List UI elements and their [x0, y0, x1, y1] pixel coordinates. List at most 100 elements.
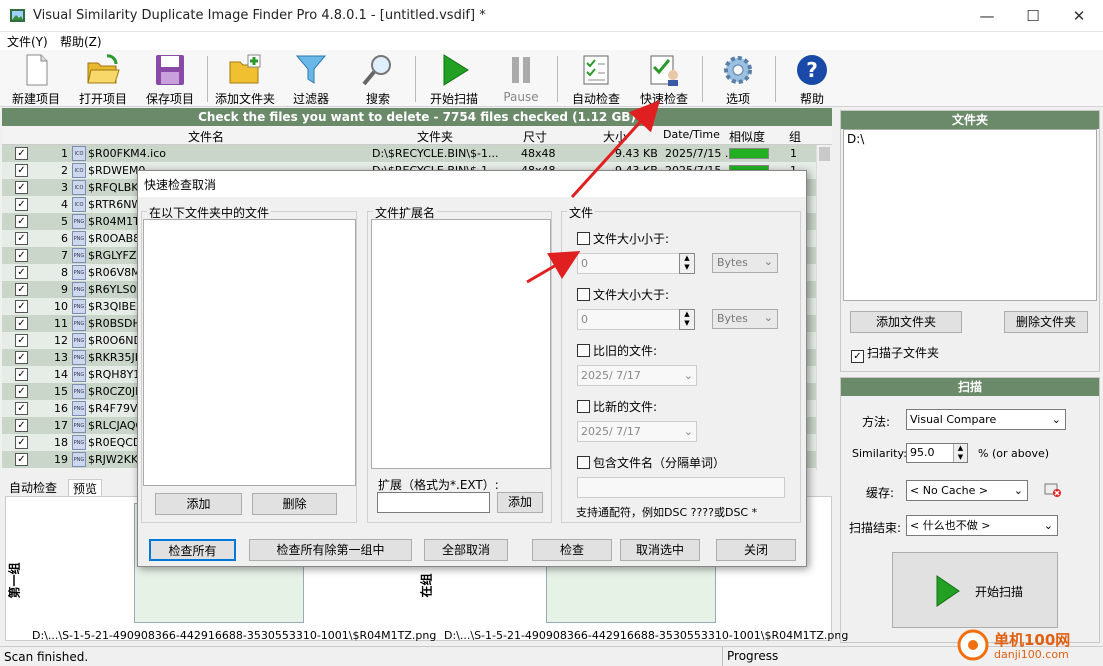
- row-checkbox[interactable]: ✓: [15, 351, 28, 364]
- start-scan-button[interactable]: 开始扫描: [425, 53, 483, 106]
- maximize-button[interactable]: ☐: [1010, 0, 1056, 32]
- check-button[interactable]: 检查: [532, 539, 612, 561]
- size-greater-unit-select[interactable]: Bytes ⌄: [712, 309, 778, 329]
- size-greater-checkbox[interactable]: 文件大小大于:: [577, 286, 669, 303]
- size-less-input[interactable]: 0: [577, 253, 681, 274]
- extension-list[interactable]: [371, 219, 551, 469]
- size-less-unit-select[interactable]: Bytes ⌄: [712, 253, 778, 273]
- column-header-folder[interactable]: 文件夹: [417, 128, 453, 145]
- uncheck-selected-button[interactable]: 取消选中: [620, 539, 700, 561]
- search-button[interactable]: 搜索: [358, 53, 398, 106]
- older-date-picker[interactable]: 2025/ 7/17 ⌄: [577, 365, 697, 386]
- tab-preview[interactable]: 预览: [68, 479, 103, 497]
- delete-button[interactable]: 删除: [252, 493, 337, 515]
- save-project-button[interactable]: 保存项目: [142, 53, 198, 106]
- filename-contains-input[interactable]: [577, 477, 785, 498]
- row-checkbox[interactable]: ✓: [15, 334, 28, 347]
- row-checkbox[interactable]: ✓: [15, 300, 28, 313]
- status-text: Scan finished.: [4, 650, 89, 664]
- file-type-icon: PNG: [72, 367, 86, 382]
- watermark-text: 单机100网: [994, 631, 1071, 649]
- row-checkbox[interactable]: ✓: [15, 249, 28, 262]
- row-number: 15: [54, 385, 68, 398]
- help-button[interactable]: ? 帮助: [790, 53, 834, 106]
- row-checkbox[interactable]: ✓: [15, 368, 28, 381]
- column-header-filename[interactable]: 文件名: [188, 128, 224, 145]
- options-button[interactable]: 选项: [716, 53, 760, 106]
- row-checkbox[interactable]: ✓: [15, 232, 28, 245]
- row-checkbox[interactable]: ✓: [15, 402, 28, 415]
- clear-cache-icon[interactable]: [1044, 482, 1062, 498]
- similarity-input[interactable]: 95.0 ▲ ▼: [906, 443, 968, 463]
- table-row[interactable]: ✓ 1 ICO $R00FKM4.ico D:\$RECYCLE.BIN\$-1... 4…: [2, 145, 816, 162]
- tab-auto-check[interactable]: 自动检查: [9, 479, 57, 496]
- spin-arrows-icon[interactable]: ▲ ▼: [679, 309, 695, 330]
- file-type-icon: PNG: [72, 384, 86, 399]
- row-checkbox[interactable]: ✓: [15, 385, 28, 398]
- size-greater-input[interactable]: 0: [577, 309, 681, 330]
- new-project-button[interactable]: 新建项目: [8, 53, 64, 106]
- spin-arrows-icon[interactable]: ▲ ▼: [953, 444, 967, 462]
- pause-button[interactable]: Pause: [498, 53, 544, 105]
- row-checkbox[interactable]: ✓: [15, 283, 28, 296]
- extension-input[interactable]: [377, 492, 490, 513]
- newer-files-checkbox[interactable]: 比新的文件:: [577, 398, 657, 415]
- row-number: 9: [61, 283, 68, 296]
- uncheck-all-button[interactable]: 全部取消: [424, 539, 508, 561]
- folder-item[interactable]: D:\: [847, 132, 864, 146]
- row-checkbox[interactable]: ✓: [15, 436, 28, 449]
- filename-contains-checkbox[interactable]: 包含文件名（分隔单词）: [577, 454, 725, 471]
- check-all-button[interactable]: 检查所有: [149, 539, 236, 561]
- row-number: 4: [61, 198, 68, 211]
- auto-check-button[interactable]: 自动检查: [566, 53, 626, 106]
- check-all-except-first-button[interactable]: 检查所有除第一组中: [249, 539, 412, 561]
- dialog-close-button[interactable]: 关闭: [716, 539, 796, 561]
- open-project-button[interactable]: 打开项目: [74, 53, 132, 106]
- column-header-dimensions[interactable]: 尺寸: [523, 128, 547, 145]
- start-scan-panel-button[interactable]: 开始扫描: [892, 552, 1058, 628]
- magnifier-icon: [362, 55, 391, 86]
- filter-button[interactable]: 过滤器: [288, 53, 334, 106]
- grid-scrollbar[interactable]: [816, 145, 832, 470]
- scan-end-select[interactable]: < 什么也不做 > ⌄: [906, 515, 1058, 536]
- method-select[interactable]: Visual Compare ⌄: [906, 409, 1066, 430]
- row-checkbox[interactable]: ✓: [15, 147, 28, 160]
- file-type-icon: ICO: [72, 197, 86, 212]
- menu-help[interactable]: 帮助(Z): [60, 33, 102, 50]
- row-checkbox[interactable]: ✓: [15, 215, 28, 228]
- scrollbar-thumb[interactable]: [819, 147, 830, 161]
- column-header-similarity[interactable]: 相似度: [729, 128, 765, 145]
- row-checkbox[interactable]: ✓: [15, 266, 28, 279]
- row-number: 6: [61, 232, 68, 245]
- dialog-folder-list[interactable]: [143, 219, 356, 486]
- close-button[interactable]: ✕: [1056, 0, 1102, 32]
- row-checkbox[interactable]: ✓: [15, 453, 28, 466]
- scan-subfolders-checkbox[interactable]: ✓ 扫描子文件夹: [851, 344, 939, 363]
- spin-arrows-icon[interactable]: ▲ ▼: [679, 253, 695, 274]
- quick-check-button[interactable]: 快速检查: [634, 53, 694, 106]
- menu-file[interactable]: 文件(Y): [7, 33, 48, 50]
- size-less-checkbox[interactable]: 文件大小小于:: [577, 230, 669, 247]
- row-checkbox[interactable]: ✓: [15, 419, 28, 432]
- toolbar-separator: [557, 56, 558, 102]
- remove-folder-button[interactable]: 删除文件夹: [1004, 311, 1088, 333]
- add-folder-panel-button[interactable]: 添加文件夹: [850, 311, 962, 333]
- add-extension-button[interactable]: 添加: [497, 492, 543, 513]
- row-checkbox[interactable]: ✓: [15, 317, 28, 330]
- newer-date-picker[interactable]: 2025/ 7/17 ⌄: [577, 421, 697, 442]
- add-folder-button[interactable]: 添加文件夹: [212, 53, 278, 106]
- minimize-button[interactable]: —: [964, 0, 1010, 32]
- row-checkbox[interactable]: ✓: [15, 198, 28, 211]
- add-button[interactable]: 添加: [155, 493, 242, 515]
- older-files-checkbox[interactable]: 比旧的文件:: [577, 342, 657, 359]
- file-folder: D:\$RECYCLE.BIN\$-1...: [372, 147, 499, 160]
- row-checkbox[interactable]: ✓: [15, 164, 28, 177]
- cache-select[interactable]: < No Cache > ⌄: [906, 480, 1028, 501]
- dialog-title: 快速检查取消: [138, 171, 806, 197]
- toolbar-separator: [415, 56, 416, 102]
- column-header-size[interactable]: 大小: [603, 128, 627, 145]
- row-checkbox[interactable]: ✓: [15, 181, 28, 194]
- folder-list[interactable]: D:\: [843, 129, 1097, 301]
- column-header-group[interactable]: 组: [789, 128, 801, 145]
- column-header-datetime[interactable]: Date/Time: [663, 128, 720, 141]
